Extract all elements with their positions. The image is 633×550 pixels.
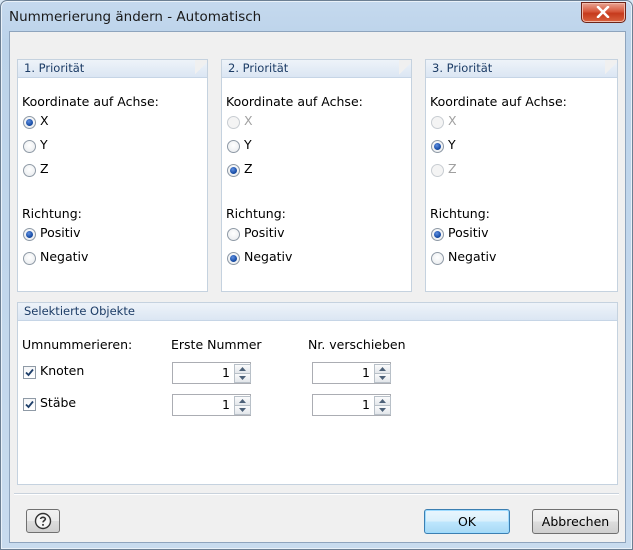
radio-axis-z[interactable]	[431, 164, 444, 177]
radio-axis-z-label[interactable]: Z	[244, 161, 253, 176]
shift-header: Nr. verschieben	[308, 337, 406, 352]
radio-positive[interactable]	[23, 228, 36, 241]
arrow-down-icon	[239, 408, 246, 412]
checkbox-knoten[interactable]	[23, 366, 36, 379]
arrow-down-icon	[379, 376, 386, 380]
knoten-first-number-input[interactable]: 1	[172, 362, 251, 384]
help-button[interactable]	[26, 509, 60, 533]
radio-negative[interactable]	[23, 252, 36, 265]
direction-label: Richtung:	[226, 206, 286, 221]
footer-separator	[14, 493, 619, 495]
renumber-label: Umnummerieren:	[22, 337, 133, 352]
radio-positive-label[interactable]: Positiv	[40, 225, 81, 240]
radio-axis-y[interactable]	[23, 140, 36, 153]
radio-axis-z[interactable]	[227, 164, 240, 177]
checkbox-staebe[interactable]	[23, 398, 36, 411]
staebe-first-number-input[interactable]: 1	[172, 394, 251, 416]
radio-axis-x-label[interactable]: X	[448, 113, 457, 128]
priority-group-1: 1. Priorität Koordinate auf Achse: X Y Z…	[17, 59, 208, 292]
title-bar[interactable]: Nummerierung ändern - Automatisch	[1, 1, 632, 31]
direction-label: Richtung:	[22, 206, 82, 221]
help-icon	[34, 512, 52, 530]
radio-negative-label[interactable]: Negativ	[448, 249, 496, 264]
arrow-up-icon	[379, 367, 386, 371]
radio-axis-z-label[interactable]: Z	[448, 161, 457, 176]
radio-axis-y-label[interactable]: Y	[244, 137, 252, 152]
window-title: Nummerierung ändern - Automatisch	[9, 9, 262, 25]
dialog-window: Nummerierung ändern - Automatisch 1. Pri…	[0, 0, 633, 550]
radio-positive[interactable]	[227, 228, 240, 241]
dialog-client: 1. Priorität Koordinate auf Achse: X Y Z…	[9, 31, 626, 543]
radio-positive-label[interactable]: Positiv	[448, 225, 489, 240]
spin-down-button[interactable]	[234, 405, 251, 415]
radio-axis-z-label[interactable]: Z	[40, 161, 49, 176]
spin-down-button[interactable]	[374, 405, 391, 415]
radio-axis-x-label[interactable]: X	[244, 113, 253, 128]
group-title: 1. Priorität	[24, 61, 85, 75]
arrow-up-icon	[379, 399, 386, 403]
close-button[interactable]	[581, 2, 626, 23]
checkmark-icon	[25, 400, 34, 409]
priority-group-3: 3. Priorität Koordinate auf Achse: X Y Z…	[425, 59, 618, 292]
spin-value[interactable]: 1	[222, 397, 230, 412]
radio-axis-y[interactable]	[227, 140, 240, 153]
checkbox-staebe-label[interactable]: Stäbe	[40, 395, 76, 410]
axis-label: Koordinate auf Achse:	[430, 94, 567, 109]
radio-axis-x[interactable]	[431, 116, 444, 129]
radio-axis-x-label[interactable]: X	[40, 113, 49, 128]
spin-value[interactable]: 1	[362, 365, 370, 380]
radio-negative[interactable]	[227, 252, 240, 265]
radio-axis-y[interactable]	[431, 140, 444, 153]
radio-axis-x[interactable]	[23, 116, 36, 129]
close-icon	[596, 6, 610, 18]
radio-positive-label[interactable]: Positiv	[244, 225, 285, 240]
spin-value[interactable]: 1	[362, 397, 370, 412]
cancel-button[interactable]: Abbrechen	[532, 509, 619, 534]
arrow-down-icon	[379, 408, 386, 412]
checkbox-knoten-label[interactable]: Knoten	[40, 363, 84, 378]
radio-axis-x[interactable]	[227, 116, 240, 129]
arrow-up-icon	[239, 399, 246, 403]
group-title: Selektierte Objekte	[24, 304, 135, 318]
priority-group-2: 2. Priorität Koordinate auf Achse: X Y Z…	[221, 59, 412, 292]
spin-down-button[interactable]	[234, 373, 251, 383]
radio-axis-y-label[interactable]: Y	[448, 137, 456, 152]
radio-negative[interactable]	[431, 252, 444, 265]
group-title: 3. Priorität	[432, 61, 493, 75]
checkmark-icon	[25, 368, 34, 377]
knoten-shift-input[interactable]: 1	[312, 362, 391, 384]
arrow-down-icon	[239, 376, 246, 380]
axis-label: Koordinate auf Achse:	[22, 94, 159, 109]
axis-label: Koordinate auf Achse:	[226, 94, 363, 109]
arrow-up-icon	[239, 367, 246, 371]
ok-button[interactable]: OK	[424, 509, 510, 534]
radio-axis-y-label[interactable]: Y	[40, 137, 48, 152]
spin-down-button[interactable]	[374, 373, 391, 383]
direction-label: Richtung:	[430, 206, 490, 221]
first-number-header: Erste Nummer	[171, 337, 262, 352]
group-title: 2. Priorität	[228, 61, 289, 75]
radio-axis-z[interactable]	[23, 164, 36, 177]
radio-negative-label[interactable]: Negativ	[40, 249, 88, 264]
selected-objects-group: Selektierte Objekte Umnummerieren: Erste…	[17, 302, 618, 485]
spin-value[interactable]: 1	[222, 365, 230, 380]
staebe-shift-input[interactable]: 1	[312, 394, 391, 416]
radio-negative-label[interactable]: Negativ	[244, 249, 292, 264]
radio-positive[interactable]	[431, 228, 444, 241]
